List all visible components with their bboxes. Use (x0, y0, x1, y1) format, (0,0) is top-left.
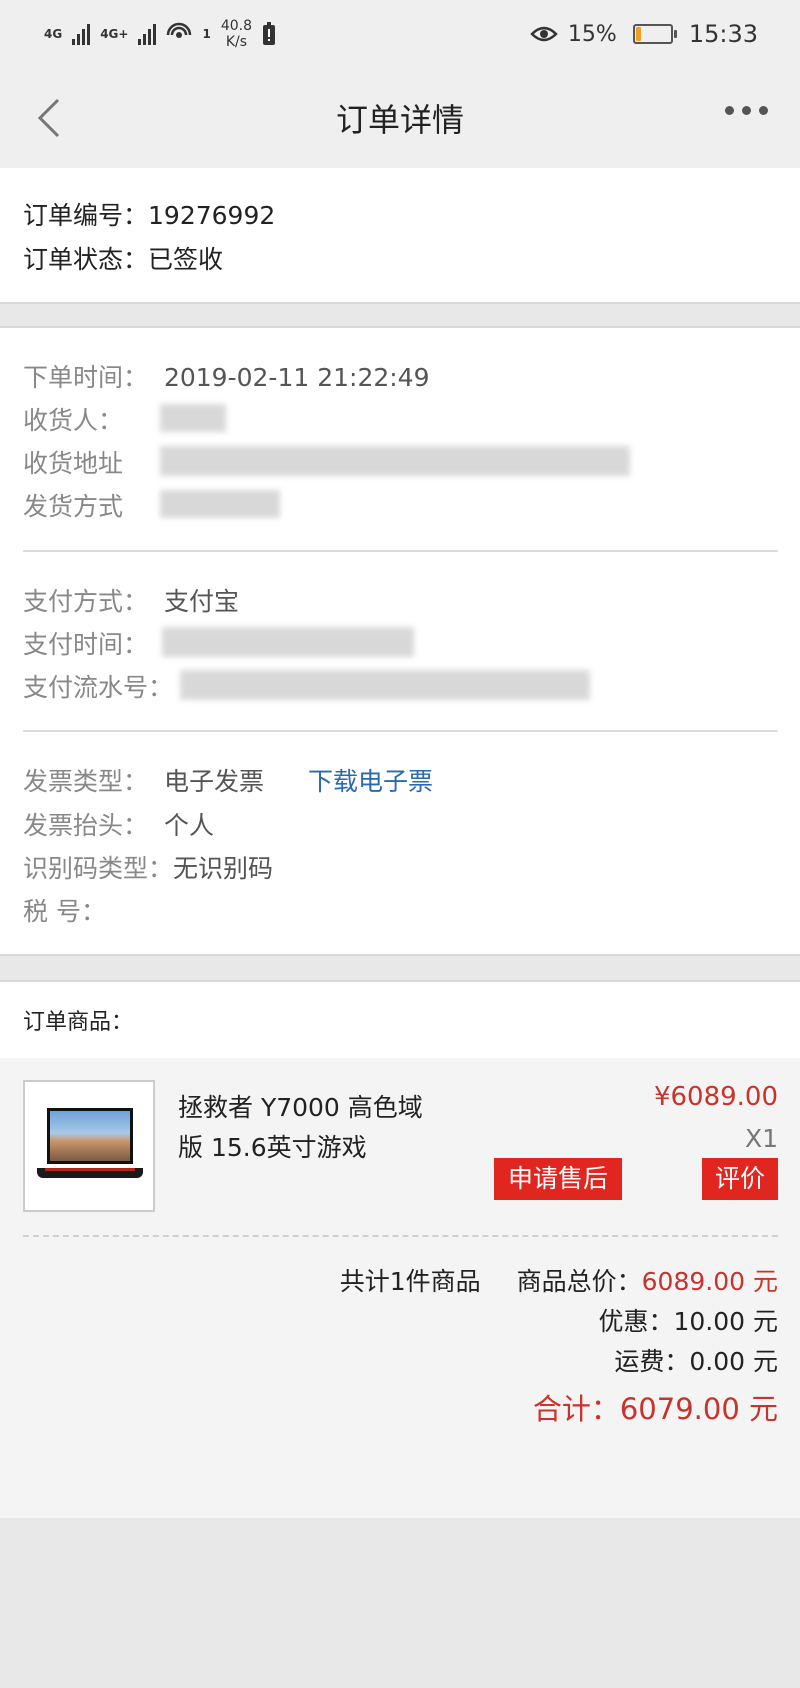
speed-unit: K/s (225, 34, 248, 50)
discount-value: 10.00 元 (673, 1307, 778, 1336)
divider (0, 302, 800, 304)
id-code-type-value: 无识别码 (173, 854, 274, 883)
pay-time-row: 支付时间： (23, 625, 148, 661)
invoice-header-value: 个人 (163, 811, 214, 840)
address-row: 收货地址 (23, 444, 123, 480)
more-options-icon[interactable] (725, 106, 768, 115)
pay-method-label: 支付方式： (23, 587, 149, 616)
after-sale-button[interactable]: 申请售后 (494, 1158, 622, 1200)
redacted-address (160, 446, 630, 476)
tax-number-row: 税 号： (23, 892, 106, 928)
order-status-row: 订单状态：已签收 (23, 240, 223, 276)
goods-total-value: 6089.00 元 (641, 1267, 778, 1296)
laptop-keys (45, 1168, 135, 1171)
clock: 15:33 (688, 20, 758, 48)
goods-total-row: 共计1件商品 商品总价：6089.00 元 (340, 1262, 778, 1298)
invoice-header-row: 发票抬头： 个人 (23, 806, 214, 842)
eye-comfort-icon (530, 26, 558, 42)
order-time-row: 下单时间： 2019-02-11 21:22:49 (23, 358, 429, 394)
grand-total-value: 6079.00 元 (619, 1392, 778, 1426)
section-divider (23, 730, 778, 732)
pay-serial-label: 支付流水号： (23, 673, 174, 702)
invoice-type-row: 发票类型： 电子发票 下载电子票 (23, 762, 433, 798)
freight-row: 运费：0.00 元 (614, 1342, 778, 1378)
products-header: 订单商品： (0, 982, 800, 1058)
pay-method-row: 支付方式： 支付宝 (23, 582, 239, 618)
invoice-type-value: 电子发票 (163, 767, 264, 796)
app-header: 订单详情 (0, 68, 800, 168)
divider (0, 954, 800, 956)
order-summary-card: 订单编号：19276992 订单状态：已签收 (0, 168, 800, 302)
id-code-type-label: 识别码类型： (23, 854, 174, 883)
order-number-label: 订单编号： (23, 201, 149, 230)
id-code-type-row: 识别码类型：无识别码 (23, 849, 273, 885)
discount-label: 优惠： (598, 1307, 674, 1336)
back-arrow-icon[interactable] (30, 96, 70, 140)
freight-label: 运费： (614, 1347, 690, 1376)
pay-time-label: 支付时间： (23, 630, 149, 659)
network-4g-label: 4G (44, 27, 63, 41)
pay-method-value: 支付宝 (163, 587, 239, 616)
receiver-row: 收货人： (23, 401, 123, 437)
order-status-label: 订单状态： (23, 245, 149, 274)
signal-icon (72, 23, 91, 45)
order-time-label: 下单时间： (23, 363, 149, 392)
product-price: ¥6089.00 (653, 1082, 778, 1112)
freight-value: 0.00 元 (689, 1347, 778, 1376)
receiver-label: 收货人： (23, 406, 124, 435)
order-number-row: 订单编号：19276992 (23, 196, 275, 232)
review-button[interactable]: 评价 (702, 1158, 778, 1200)
ship-method-row: 发货方式 (23, 487, 123, 523)
address-label: 收货地址 (23, 449, 124, 478)
product-section: 拯救者 Y7000 高色域版 15.6英寸游戏 ¥6089.00 X1 申请售后… (0, 1058, 800, 1518)
signal-icon-2 (138, 23, 157, 45)
battery-fill (635, 27, 641, 41)
redacted-ship-method (160, 490, 280, 518)
pay-serial-row: 支付流水号： (23, 668, 173, 704)
product-quantity: X1 (744, 1124, 778, 1153)
battery-icon (632, 24, 677, 44)
status-bar: 4G 4G+ 1 40.8 K/s 15% 15:33 (0, 0, 800, 68)
product-name[interactable]: 拯救者 Y7000 高色域版 15.6英寸游戏 (178, 1088, 438, 1168)
invoice-header-label: 发票抬头： (23, 811, 149, 840)
discount-row: 优惠：10.00 元 (598, 1302, 778, 1338)
laptop-image (47, 1108, 133, 1164)
download-invoice-link[interactable]: 下载电子票 (308, 767, 433, 796)
product-thumbnail[interactable] (23, 1080, 155, 1212)
battery-percent: 15% (567, 21, 617, 47)
order-time-value: 2019-02-11 21:22:49 (163, 363, 430, 392)
status-bar-right: 15% 15:33 (530, 20, 758, 48)
status-bar-left: 4G 4G+ 1 40.8 K/s (44, 18, 276, 50)
tax-number-label: 税 号： (23, 897, 106, 926)
grand-total-row: 合计：6079.00 元 (533, 1386, 778, 1428)
ship-method-label: 发货方式 (23, 492, 124, 521)
section-divider (23, 550, 778, 552)
dashed-divider (23, 1235, 778, 1237)
item-count: 共计1件商品 (339, 1267, 481, 1296)
goods-total-label: 商品总价： (516, 1267, 642, 1296)
order-details-card: 下单时间： 2019-02-11 21:22:49 收货人： 收货地址 发货方式… (0, 328, 800, 954)
wifi-icon (167, 22, 192, 38)
network-4g-plus-label: 4G+ (100, 27, 129, 41)
network-speed: 40.8 K/s (221, 18, 252, 50)
page-title: 订单详情 (335, 101, 464, 139)
order-status-value: 已签收 (148, 245, 224, 274)
order-number-value: 19276992 (148, 201, 276, 230)
notification-alert-icon (263, 22, 275, 45)
wifi-count: 1 (202, 27, 211, 41)
speed-value: 40.8 (220, 18, 252, 34)
grand-total-label: 合计： (532, 1392, 620, 1426)
redacted-pay-serial (180, 670, 590, 700)
redacted-pay-time (162, 627, 414, 657)
products-section-label: 订单商品： (23, 1010, 134, 1035)
invoice-type-label: 发票类型： (23, 767, 149, 796)
redacted-receiver (160, 404, 226, 432)
